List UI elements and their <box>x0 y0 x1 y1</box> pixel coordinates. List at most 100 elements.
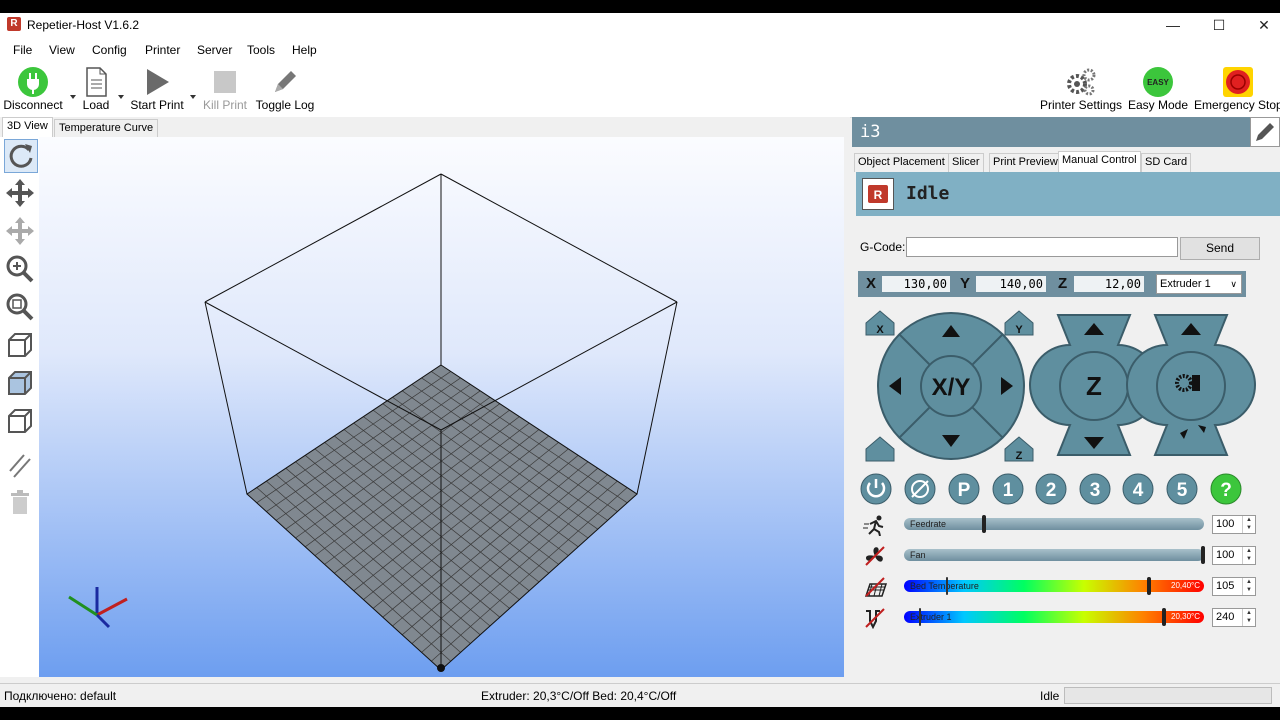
3d-viewport[interactable] <box>39 137 844 677</box>
menu-tools[interactable]: Tools <box>247 43 275 57</box>
send-button[interactable]: Send <box>1180 237 1260 260</box>
svg-text:R: R <box>874 188 883 202</box>
running-man-icon <box>863 515 884 536</box>
fan-slider-thumb[interactable] <box>1201 546 1205 564</box>
x-position: 130,00 <box>882 276 950 292</box>
gcode-input[interactable] <box>906 237 1178 257</box>
z-position: 12,00 <box>1074 276 1144 292</box>
bed-temperature-input[interactable]: 105 ▲ ▼ <box>1212 577 1256 596</box>
easy-mode-button[interactable]: EASY Easy Mode <box>1128 64 1188 114</box>
home-z-button[interactable]: Z <box>1004 436 1034 462</box>
xy-jog-pad[interactable]: X/Y <box>877 312 1025 460</box>
minimize-button[interactable]: — <box>1150 13 1196 38</box>
parallel-projection-icon[interactable] <box>4 449 36 481</box>
kill-print-button[interactable]: Kill Print <box>200 64 250 114</box>
power-button[interactable] <box>860 473 892 505</box>
extruder-temperature-thumb[interactable] <box>1162 608 1166 626</box>
edit-printer-button[interactable] <box>1250 117 1280 147</box>
preset-1-button[interactable]: 1 <box>992 473 1024 505</box>
connect-dropdown-arrow[interactable] <box>70 95 76 99</box>
close-button[interactable]: ✕ <box>1241 13 1280 38</box>
menu-config[interactable]: Config <box>92 43 127 57</box>
connection-status: Подключено: default <box>4 689 117 703</box>
tab-temperature-curve[interactable]: Temperature Curve <box>54 119 159 138</box>
repetier-logo-icon: R <box>862 178 894 210</box>
load-dropdown-arrow[interactable] <box>118 95 124 99</box>
toolbar: Disconnect Load Start Print Kill Print T… <box>0 62 1280 118</box>
top-view-icon[interactable] <box>4 405 36 437</box>
heated-bed-icon <box>864 577 888 597</box>
extruder-jog-pad[interactable] <box>1126 314 1256 456</box>
maximize-button[interactable]: ☐ <box>1196 13 1242 38</box>
bed-temperature-slider[interactable]: Bed Temperature 20,40°C <box>904 577 1204 595</box>
tab-manual-control[interactable]: Manual Control <box>1058 151 1141 172</box>
extruder-nozzle-icon <box>865 608 885 629</box>
preset-5-button[interactable]: 5 <box>1166 473 1198 505</box>
preset-4-button[interactable]: 4 <box>1122 473 1154 505</box>
stop-icon <box>214 71 236 93</box>
tab-object-placement[interactable]: Object Placement <box>854 153 949 172</box>
start-print-button[interactable]: Start Print <box>128 64 186 114</box>
disable-motors-button[interactable] <box>904 473 936 505</box>
iso-view-icon[interactable] <box>4 329 36 361</box>
preset-2-button[interactable]: 2 <box>1035 473 1067 505</box>
y-position: 140,00 <box>976 276 1046 292</box>
extruder-current-temp-marker <box>919 608 921 626</box>
title-bar: R Repetier-Host V1.6.2 — ☐ ✕ <box>0 13 1280 38</box>
home-y-button[interactable]: Y <box>1004 310 1034 336</box>
spin-arrows-icon[interactable]: ▲ ▼ <box>1242 516 1255 533</box>
menu-view[interactable]: View <box>49 43 75 57</box>
spin-arrows-icon[interactable]: ▲ ▼ <box>1242 609 1255 626</box>
gcode-label: G-Code: <box>860 240 906 254</box>
spin-arrows-icon[interactable]: ▲ ▼ <box>1242 547 1255 564</box>
right-tabs: Object Placement Slicer Print Preview Ma… <box>852 151 1280 172</box>
feedrate-input[interactable]: 100 ▲ ▼ <box>1212 515 1256 534</box>
move-view-icon[interactable] <box>4 177 36 209</box>
extruder-temperature-slider[interactable]: Extruder 1 20,30°C <box>904 608 1204 626</box>
toggle-log-button[interactable]: Toggle Log <box>254 64 316 114</box>
spin-arrows-icon[interactable]: ▲ ▼ <box>1242 578 1255 595</box>
tab-sd-card[interactable]: SD Card <box>1141 153 1192 172</box>
svg-text:P: P <box>958 480 971 501</box>
fan-input[interactable]: 100 ▲ ▼ <box>1212 546 1256 565</box>
menu-printer[interactable]: Printer <box>145 43 180 57</box>
home-all-button[interactable] <box>865 436 895 462</box>
tab-print-preview[interactable]: Print Preview <box>989 153 1062 172</box>
print-bed <box>247 365 637 670</box>
extruder-temperature-input[interactable]: 240 ▲ ▼ <box>1212 608 1256 627</box>
gear-icon <box>1067 68 1096 96</box>
zoom-icon[interactable] <box>4 253 36 285</box>
menu-file[interactable]: File <box>13 43 32 57</box>
disconnect-button[interactable]: Disconnect <box>2 64 64 114</box>
help-button[interactable]: ? <box>1210 473 1242 505</box>
extruder-select[interactable]: Extruder 1 ∨ <box>1156 274 1242 294</box>
tab-3d-view[interactable]: 3D View <box>2 117 53 138</box>
extruder-temperature-row: Extruder 1 20,30°C 240 ▲ ▼ <box>852 605 1280 631</box>
tab-slicer[interactable]: Slicer <box>948 153 984 172</box>
bed-temperature-thumb[interactable] <box>1147 577 1151 595</box>
feedrate-slider[interactable]: Feedrate <box>904 515 1204 533</box>
svg-text:4: 4 <box>1133 480 1144 501</box>
rotate-icon[interactable] <box>4 139 38 173</box>
svg-text:5: 5 <box>1177 480 1188 501</box>
feedrate-slider-thumb[interactable] <box>982 515 986 533</box>
pencil-icon <box>275 71 296 92</box>
function-buttons: P 1 2 3 4 5 ? <box>860 473 1242 505</box>
home-x-button[interactable]: X <box>865 310 895 336</box>
menu-server[interactable]: Server <box>197 43 232 57</box>
move-object-icon[interactable] <box>4 215 36 247</box>
park-button[interactable]: P <box>948 473 980 505</box>
front-view-icon[interactable] <box>4 367 36 399</box>
fan-slider[interactable]: Fan <box>904 546 1205 564</box>
emergency-stop-button[interactable]: Emergency Stop <box>1194 64 1280 114</box>
printer-settings-button[interactable]: Printer Settings <box>1040 64 1122 114</box>
plug-icon <box>18 67 48 97</box>
menu-help[interactable]: Help <box>292 43 317 57</box>
trash-icon[interactable] <box>4 487 36 519</box>
load-button[interactable]: Load <box>78 64 114 114</box>
preset-3-button[interactable]: 3 <box>1079 473 1111 505</box>
printer-name: i3 <box>852 117 1250 147</box>
fit-view-icon[interactable] <box>4 291 36 323</box>
feedrate-row: Feedrate 100 ▲ ▼ <box>852 512 1280 538</box>
print-dropdown-arrow[interactable] <box>190 95 196 99</box>
